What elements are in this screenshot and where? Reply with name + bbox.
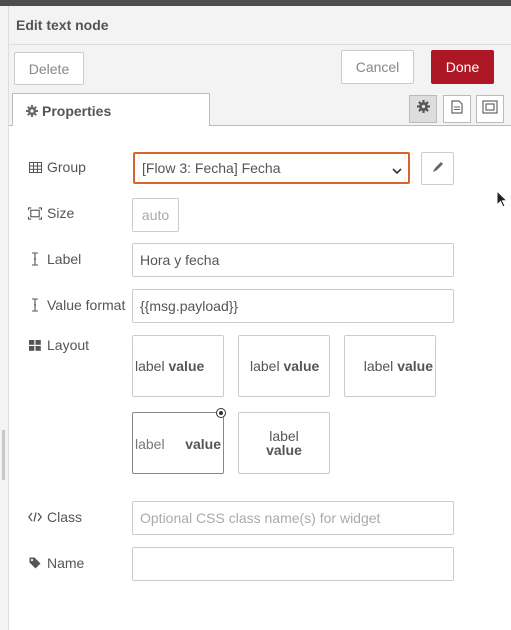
layout-option-label: label [135, 358, 165, 374]
cancel-button[interactable]: Cancel [341, 50, 414, 84]
label-input[interactable]: Hora y fecha [132, 243, 454, 277]
layout-option-row-right[interactable]: label value [344, 335, 436, 397]
class-input[interactable]: Optional CSS class name(s) for widget [132, 501, 454, 535]
edit-tray: Edit text node Delete Cancel Done Proper… [9, 6, 511, 630]
group-label-row: Group [28, 159, 86, 175]
class-label: Class [47, 509, 83, 525]
pencil-icon [432, 160, 444, 178]
layout-label-row: Layout [28, 337, 89, 353]
class-label-row: Class [28, 509, 82, 525]
i-cursor-icon [28, 252, 42, 266]
object-ungroup-icon [482, 99, 498, 119]
layout-option-column-center[interactable]: label value [238, 412, 330, 474]
tab-appearance-icon-button[interactable] [476, 95, 504, 123]
delete-button[interactable]: Delete [14, 52, 84, 85]
mouse-pointer-icon [496, 189, 509, 213]
tab-properties-label: Properties [42, 103, 112, 119]
tabs-bar: Properties [9, 93, 511, 126]
layout-option-label: label [363, 358, 394, 374]
group-select-value: [Flow 3: Fecha] Fecha [142, 160, 281, 176]
name-label: Name [47, 555, 85, 571]
layout-option-value: value [185, 436, 221, 452]
layout-selected-radio [216, 408, 226, 418]
group-select[interactable]: [Flow 3: Fecha] Fecha [133, 152, 410, 184]
tray-toolbar: Delete Cancel Done [9, 45, 511, 93]
layout-option-label: label [269, 428, 299, 444]
layout-option-label: label [135, 436, 165, 452]
label-label: Label [47, 251, 82, 267]
dialog-title: Edit text node [16, 17, 109, 33]
code-icon [28, 510, 42, 524]
layout-option-row-center[interactable]: label value [238, 335, 330, 397]
expand-icon [28, 206, 42, 220]
th-large-icon [28, 338, 42, 352]
i-cursor-icon [28, 298, 42, 312]
gear-icon [26, 104, 38, 122]
gear-icon [416, 100, 430, 118]
layout-option-row-spread[interactable]: label value [132, 412, 224, 474]
layout-option-row-left[interactable]: label value [132, 335, 224, 397]
table-icon [28, 160, 42, 174]
chevron-down-icon [392, 162, 402, 178]
value-format-input[interactable]: {{msg.payload}} [132, 289, 454, 323]
tab-properties[interactable]: Properties [12, 93, 210, 126]
name-label-row: Name [28, 555, 84, 571]
edit-group-button[interactable] [421, 152, 454, 185]
layout-option-value: value [283, 358, 320, 374]
done-button[interactable]: Done [431, 50, 494, 84]
tab-description-icon-button[interactable] [443, 95, 471, 123]
layout-option-value: value [397, 358, 433, 374]
layout-option-label: label [250, 358, 280, 374]
name-input[interactable] [132, 547, 454, 581]
value-format-label-row: Value format [28, 297, 125, 313]
value-format-label: Value format [47, 297, 126, 313]
resize-handle[interactable] [2, 430, 5, 480]
layout-label: Layout [47, 337, 90, 353]
size-button[interactable]: auto [132, 198, 179, 232]
layout-option-value: value [266, 442, 302, 458]
layout-option-value: value [168, 358, 205, 374]
group-label: Group [47, 159, 86, 175]
tab-settings-icon-button[interactable] [409, 95, 437, 123]
tag-icon [28, 556, 42, 570]
label-label-row: Label [28, 251, 81, 267]
workspace-edge [0, 6, 9, 630]
tray-header: Edit text node [9, 6, 511, 45]
size-label-row: Size [28, 205, 74, 221]
file-text-icon [451, 99, 463, 119]
size-label: Size [47, 205, 75, 221]
